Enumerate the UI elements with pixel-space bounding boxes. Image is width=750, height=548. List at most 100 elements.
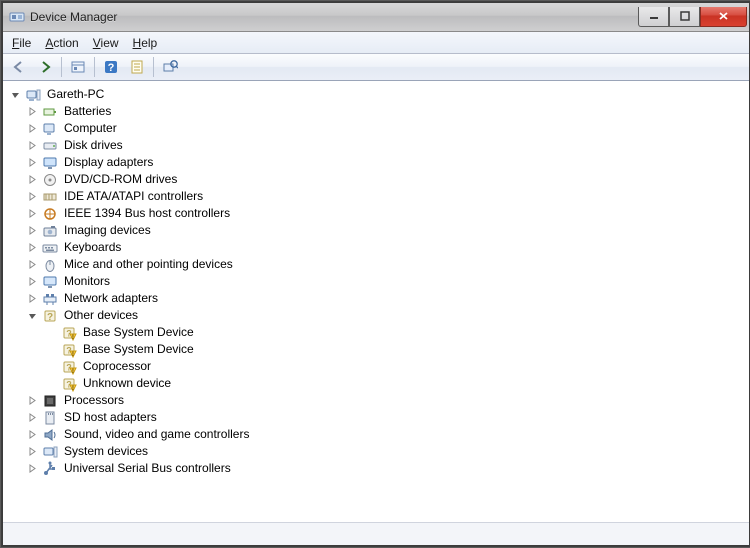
- expand-icon[interactable]: [26, 105, 39, 118]
- toolbar-help-button[interactable]: ?: [99, 55, 123, 79]
- tree-spacer: [45, 326, 58, 339]
- tree-category[interactable]: Monitors: [26, 273, 749, 290]
- svg-text:!: !: [72, 368, 74, 375]
- svg-text:!: !: [72, 385, 74, 392]
- expand-icon[interactable]: [26, 156, 39, 169]
- mouse-icon: [42, 257, 58, 273]
- tree-item-label: DVD/CD-ROM drives: [62, 171, 179, 188]
- tree-category[interactable]: IEEE 1394 Bus host controllers: [26, 205, 749, 222]
- system-icon: [42, 444, 58, 460]
- device-tree-panel[interactable]: Gareth-PCBatteriesComputerDisk drivesDis…: [3, 81, 749, 522]
- menu-file[interactable]: File: [5, 32, 38, 53]
- tree-item-label: Universal Serial Bus controllers: [62, 460, 233, 477]
- tree-device[interactable]: ?!Unknown device: [45, 375, 749, 392]
- computer-icon: [42, 121, 58, 137]
- network-icon: [42, 291, 58, 307]
- expand-icon[interactable]: [26, 122, 39, 135]
- tree-category[interactable]: Disk drives: [26, 137, 749, 154]
- other-icon: ?: [42, 308, 58, 324]
- titlebar[interactable]: Device Manager: [3, 3, 749, 32]
- tree-item-label: IEEE 1394 Bus host controllers: [62, 205, 232, 222]
- computer-icon: [25, 87, 41, 103]
- toolbar-scan-button[interactable]: [158, 55, 182, 79]
- tree-category[interactable]: Network adapters: [26, 290, 749, 307]
- tree-category[interactable]: Computer: [26, 120, 749, 137]
- collapse-icon[interactable]: [26, 309, 39, 322]
- sd-icon: [42, 410, 58, 426]
- tree-spacer: [45, 377, 58, 390]
- expand-icon[interactable]: [26, 411, 39, 424]
- toolbar-properties-button[interactable]: [125, 55, 149, 79]
- tree-device[interactable]: ?!Base System Device: [45, 341, 749, 358]
- toolbar-show-hidden-button[interactable]: [66, 55, 90, 79]
- tree-item-label: Other devices: [62, 307, 140, 324]
- expand-icon[interactable]: [26, 173, 39, 186]
- expand-icon[interactable]: [26, 258, 39, 271]
- device-tree: Gareth-PCBatteriesComputerDisk drivesDis…: [3, 82, 749, 497]
- tree-category[interactable]: Display adapters: [26, 154, 749, 171]
- tree-root[interactable]: Gareth-PC: [9, 86, 749, 103]
- tree-category[interactable]: Universal Serial Bus controllers: [26, 460, 749, 477]
- minimize-button[interactable]: [638, 7, 669, 27]
- expand-icon[interactable]: [26, 224, 39, 237]
- expand-icon[interactable]: [26, 445, 39, 458]
- window-buttons: [638, 8, 747, 27]
- firewire-icon: [42, 206, 58, 222]
- tree-category[interactable]: IDE ATA/ATAPI controllers: [26, 188, 749, 205]
- toolbar-separator: [61, 57, 62, 77]
- expand-icon[interactable]: [26, 292, 39, 305]
- tree-item-label: Monitors: [62, 273, 112, 290]
- battery-icon: [42, 104, 58, 120]
- expand-icon[interactable]: [26, 241, 39, 254]
- tree-device[interactable]: ?!Coprocessor: [45, 358, 749, 375]
- tree-category[interactable]: Sound, video and game controllers: [26, 426, 749, 443]
- expand-icon[interactable]: [26, 275, 39, 288]
- disk-icon: [42, 138, 58, 154]
- tree-item-label: Network adapters: [62, 290, 160, 307]
- expand-icon[interactable]: [26, 428, 39, 441]
- tree-item-label: Imaging devices: [62, 222, 153, 239]
- maximize-button[interactable]: [669, 7, 700, 27]
- tree-category[interactable]: SD host adapters: [26, 409, 749, 426]
- tree-category[interactable]: Batteries: [26, 103, 749, 120]
- tree-item-label: IDE ATA/ATAPI controllers: [62, 188, 205, 205]
- tree-category[interactable]: Mice and other pointing devices: [26, 256, 749, 273]
- menu-help[interactable]: Help: [126, 32, 165, 53]
- tree-item-label: Display adapters: [62, 154, 155, 171]
- close-button[interactable]: [700, 7, 747, 27]
- tree-category[interactable]: DVD/CD-ROM drives: [26, 171, 749, 188]
- svg-text:?: ?: [108, 62, 115, 74]
- sound-icon: [42, 427, 58, 443]
- collapse-icon[interactable]: [9, 88, 22, 101]
- tree-category[interactable]: Keyboards: [26, 239, 749, 256]
- tree-category[interactable]: ?Other devices: [26, 307, 749, 324]
- toolbar: ?: [3, 54, 749, 81]
- tree-item-label: Keyboards: [62, 239, 123, 256]
- toolbar-forward-button[interactable]: [33, 55, 57, 79]
- tree-device[interactable]: ?!Base System Device: [45, 324, 749, 341]
- expand-icon[interactable]: [26, 139, 39, 152]
- toolbar-separator: [94, 57, 95, 77]
- window-title: Device Manager: [30, 10, 638, 24]
- display-icon: [42, 155, 58, 171]
- tree-category[interactable]: Imaging devices: [26, 222, 749, 239]
- menu-view[interactable]: View: [86, 32, 126, 53]
- tree-category[interactable]: Processors: [26, 392, 749, 409]
- ide-icon: [42, 189, 58, 205]
- camera-icon: [42, 223, 58, 239]
- toolbar-back-button[interactable]: [7, 55, 31, 79]
- warn-icon: ?!: [61, 376, 77, 392]
- warn-icon: ?!: [61, 342, 77, 358]
- tree-item-label: Base System Device: [81, 324, 196, 341]
- expand-icon[interactable]: [26, 462, 39, 475]
- expand-icon[interactable]: [26, 394, 39, 407]
- menu-action[interactable]: Action: [38, 32, 85, 53]
- tree-category[interactable]: System devices: [26, 443, 749, 460]
- tree-item-label: Unknown device: [81, 375, 173, 392]
- expand-icon[interactable]: [26, 190, 39, 203]
- tree-item-label: Coprocessor: [81, 358, 153, 375]
- optical-icon: [42, 172, 58, 188]
- expand-icon[interactable]: [26, 207, 39, 220]
- tree-item-label: Disk drives: [62, 137, 125, 154]
- monitor-icon: [42, 274, 58, 290]
